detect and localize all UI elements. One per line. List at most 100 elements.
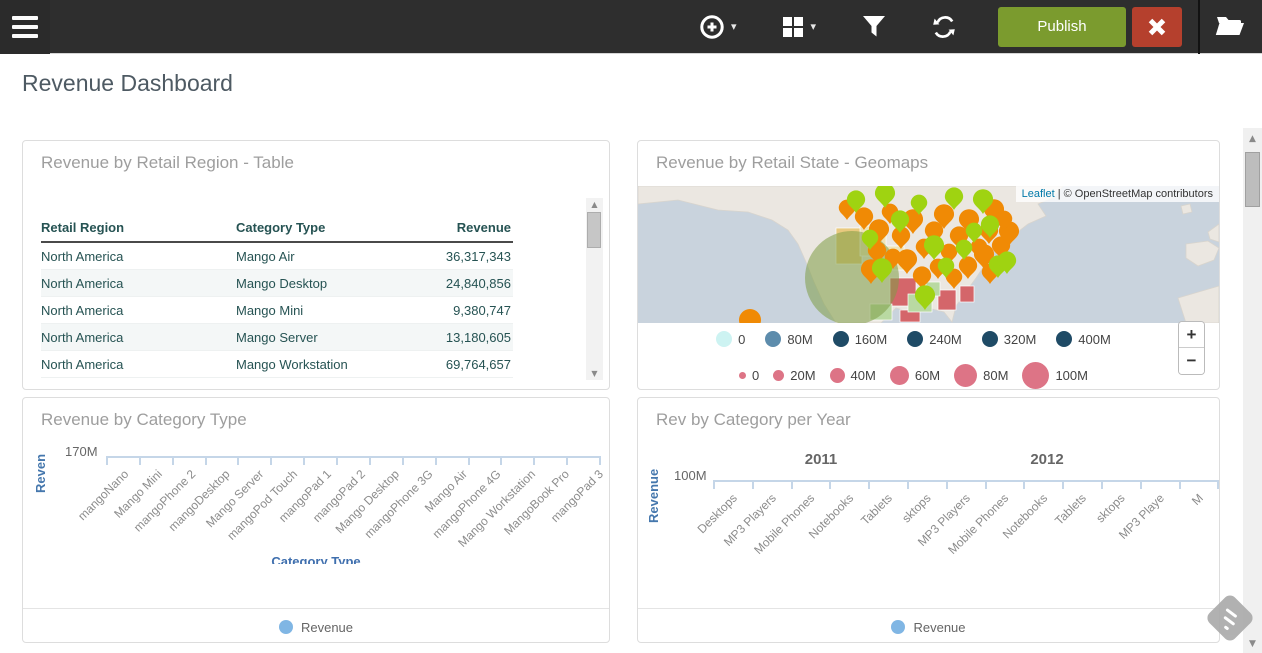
table-body: North AmericaMango Air36,317,343 North Am…: [41, 243, 513, 378]
x-axis-tick: [868, 480, 870, 489]
legend-label: 240M: [929, 332, 962, 347]
legend-divider: [23, 608, 609, 609]
panel-rev-by-category-per-year: Rev by Category per Year Revenue 100M 20…: [637, 397, 1220, 643]
legend-bubble-icon: [1022, 362, 1049, 389]
x-axis-category-label-text: sktops: [899, 491, 933, 525]
legend-bubble-icon: [773, 370, 784, 381]
y-axis-label: Reven: [33, 454, 48, 493]
x-axis-category-label-text: Tablets: [858, 491, 895, 528]
x-axis-tick: [106, 456, 108, 465]
table-cell: Mango Desktop: [236, 270, 411, 297]
table-row: North AmericaMango Mini9,380,747: [41, 297, 513, 324]
x-axis-title: Category Type: [23, 553, 609, 564]
table-cell: 36,317,343: [411, 243, 513, 270]
legend-dot-icon: [279, 620, 293, 634]
layout-button[interactable]: ▾: [778, 12, 820, 42]
table-cell: 9,380,747: [411, 297, 513, 324]
x-axis-tick: [237, 456, 239, 465]
map-legend-revenue-bubbles: 080M160M240M320M400M: [678, 329, 1149, 349]
x-axis-tick: [303, 456, 305, 465]
x-axis-category-label-text: M: [1189, 491, 1206, 508]
scroll-down-arrow-icon[interactable]: ▼: [586, 369, 603, 378]
grid-layout-icon: [782, 16, 804, 38]
zoom-in-button[interactable]: +: [1179, 322, 1204, 348]
x-axis-tick: [1179, 480, 1181, 489]
panel-title: Revenue by Category Type: [41, 410, 247, 430]
publish-button[interactable]: Publish: [998, 7, 1126, 47]
table-cell: Mango Air: [236, 243, 411, 270]
x-axis-tick: [369, 456, 371, 465]
legend-label: 60M: [915, 368, 940, 383]
map-legend-item: 80M: [765, 331, 812, 347]
zoom-out-button[interactable]: −: [1179, 348, 1204, 374]
scroll-up-arrow-icon[interactable]: ▲: [1243, 134, 1262, 144]
x-axis-tick: [1101, 480, 1103, 489]
scroll-up-arrow-icon[interactable]: ▲: [586, 200, 603, 209]
x-axis-tick: [946, 480, 948, 489]
x-axis-tick: [402, 456, 404, 465]
x-axis-tick: [1062, 480, 1064, 489]
legend-label: 20M: [790, 368, 815, 383]
panel-revenue-by-category: Revenue by Category Type Reven 170M mang…: [22, 397, 610, 643]
hamburger-icon: [12, 34, 38, 38]
menu-button[interactable]: [0, 0, 50, 54]
legend-item[interactable]: Revenue: [279, 620, 353, 635]
refresh-button[interactable]: [928, 11, 960, 43]
page-scrollbar[interactable]: ▲ ▼: [1243, 128, 1262, 653]
x-axis-tick: [985, 480, 987, 489]
legend-label: Revenue: [913, 620, 965, 635]
chart-legend: Revenue: [638, 616, 1219, 638]
chart-legend: Revenue: [23, 616, 609, 638]
page-scrollbar-thumb[interactable]: [1245, 152, 1260, 207]
x-axis-tick: [468, 456, 470, 465]
leaflet-link[interactable]: Leaflet: [1022, 188, 1055, 200]
legend-item[interactable]: Revenue: [891, 620, 965, 635]
legend-label: 0: [738, 332, 745, 347]
table-scrollbar[interactable]: ▲ ▼: [586, 198, 603, 380]
scroll-down-arrow-icon[interactable]: ▼: [1243, 639, 1262, 649]
table-scrollbar-thumb[interactable]: [587, 212, 601, 248]
legend-bubble-icon: [907, 331, 923, 347]
legend-bubble-icon: [982, 331, 998, 347]
add-widget-button[interactable]: ▾: [695, 10, 741, 44]
legend-divider: [638, 608, 1219, 609]
map-legend-item: 160M: [833, 331, 888, 347]
x-axis-line: [106, 456, 599, 458]
legend-bubble-icon: [833, 331, 849, 347]
table-cell: North America: [41, 243, 236, 270]
page-title: Revenue Dashboard: [22, 70, 233, 97]
table-cell: Mango Workstation: [236, 351, 411, 378]
osm-attribution-text: | © OpenStreetMap contributors: [1058, 188, 1213, 200]
legend-label: 40M: [851, 368, 876, 383]
legend-label: 80M: [983, 368, 1008, 383]
column-header: Category Type: [236, 217, 411, 241]
group-label-2011: 2011: [805, 451, 838, 468]
map-zoom-control: + −: [1178, 321, 1205, 375]
leaflet-map[interactable]: Leaflet | © OpenStreetMap contributors: [638, 186, 1219, 323]
column-header: Revenue: [411, 217, 513, 241]
x-axis-tick: [1140, 480, 1142, 489]
table-cell: Mango Mini: [236, 297, 411, 324]
map-legend-size-bubbles: 020M40M60M80M100M: [678, 361, 1149, 389]
topbar: ▾ ▾: [0, 0, 1262, 54]
y-axis-label: Revenue: [646, 469, 661, 523]
close-dashboard-button[interactable]: [1132, 7, 1182, 47]
x-axis-tick: [713, 480, 715, 489]
x-axis-tick: [1217, 480, 1219, 489]
x-axis-tick: [1023, 480, 1025, 489]
y-axis-tick-label: 170M: [65, 444, 98, 459]
legend-label: Revenue: [301, 620, 353, 635]
close-x-icon: [1146, 16, 1168, 38]
legend-bubble-icon: [890, 366, 909, 385]
x-axis-tick: [336, 456, 338, 465]
x-axis-tick: [270, 456, 272, 465]
table-cell: 69,764,657: [411, 351, 513, 378]
table-row: North AmericaMango Workstation69,764,657: [41, 351, 513, 378]
panel-title: Revenue by Retail Region - Table: [41, 153, 294, 173]
open-folder-button[interactable]: [1214, 12, 1246, 41]
legend-label: 320M: [1004, 332, 1037, 347]
map-legend-item: 80M: [954, 364, 1008, 387]
x-axis-category-label-text: sktops: [1093, 491, 1127, 525]
x-axis-tick: [907, 480, 909, 489]
filter-button[interactable]: [858, 11, 890, 42]
